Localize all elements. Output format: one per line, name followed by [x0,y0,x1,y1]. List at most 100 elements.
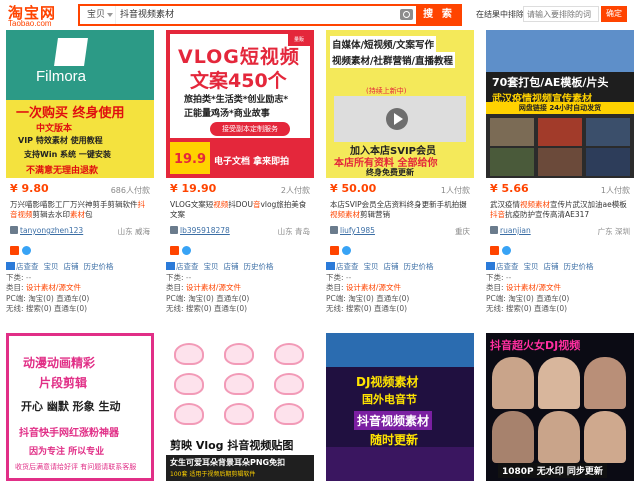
meta-row: 下类: -- [166,273,310,284]
meta-link[interactable]: 店查查 [16,262,39,271]
exclude-label: 在结果中排除 [476,10,524,19]
dj-photo [492,411,534,463]
product-card[interactable]: DJ视频素材 国外电音节 抖音视频素材 随时更新 [326,333,474,489]
thumb-logo-text: Filmora [36,68,87,85]
grid-tile [490,148,534,176]
meta-row: PC端: 淘宝(0) 直通车(0) [486,294,630,305]
meta-link[interactable]: 店查查 [176,262,199,271]
search-input[interactable] [120,6,400,24]
product-thumbnail[interactable]: 自媒体/短视频/文案写作 视频素材/社群营销/直播教程 (持续上新中) 加入本店… [326,30,474,178]
product-card[interactable]: 抖音超火女DJ视频 1080P 无水印 同步更新 [486,333,634,489]
meta-label: PC端: [326,293,346,303]
meta-value: -- [25,272,32,282]
meta-link[interactable]: 宝贝 [204,262,219,271]
meta-label: PC端: [166,293,186,303]
shop-link[interactable]: lb395918278 [170,226,230,235]
title-text: 抖DOU [228,200,253,209]
meta-row: 无线: 搜索(0) 直通车(0) [6,304,150,315]
meta-value: -- [185,272,192,282]
shop-link[interactable]: ruanjian [490,226,531,235]
wangwang-icon[interactable] [502,246,511,255]
meta-label: 无线: [6,304,24,313]
thumb-bar: 网盘链接 24小时自动发货 [486,102,634,114]
exclude-confirm-button[interactable]: 确定 [601,6,627,22]
product-thumbnail[interactable]: Filmora 一次购买 终身使用 中文版本 VIP 特效素材 使用教程 支持W… [6,30,154,178]
product-thumbnail[interactable]: 动漫动画精彩 片段剪辑 开心 幽默 形象 生动 抖音快手网红涨粉神器 因为专注 … [6,333,154,481]
play-icon[interactable] [386,108,408,130]
product-price: ¥ 9.80 [10,182,49,195]
tmall-badge-icon[interactable] [10,246,19,255]
thumb-top [486,30,634,72]
product-card[interactable]: 剪映 Vlog 抖音视频贴图 女生可爱耳朵背景耳朵PNG免扣 100套 适用于视… [166,333,314,489]
search-scope-dropdown[interactable]: 宝贝 [80,6,116,24]
meta-link[interactable]: 店查查 [496,262,519,271]
badge-row [490,240,514,255]
meta-link[interactable]: 宝贝 [524,262,539,271]
grid-tile [586,148,630,176]
meta-links: 店查查 宝贝 店铺 历史价格 [326,262,470,273]
bunny-ears-icon [274,343,304,365]
shop-link[interactable]: tanyongzhen123 [10,226,83,235]
meta-link[interactable]: 店铺 [224,262,239,271]
tmall-badge-icon[interactable] [490,246,499,255]
meta-link[interactable]: 店铺 [64,262,79,271]
product-card[interactable]: 动漫动画精彩 片段剪辑 开心 幽默 形象 生动 抖音快手网红涨粉神器 因为专注 … [6,333,154,489]
meta-value: 搜索(0) [505,304,532,313]
stage-floor [326,447,474,481]
meta-row: 下类: -- [6,273,150,284]
tmall-badge-icon[interactable] [170,246,179,255]
thumb-line: 剪映 Vlog 抖音视频贴图 [170,439,294,452]
meta-value: 直通车(0) [376,293,410,303]
meta-link[interactable]: 店铺 [384,262,399,271]
meta-row: 无线: 搜索(0) 直通车(0) [326,304,470,315]
wangwang-icon[interactable] [182,246,191,255]
meta-link[interactable]: 历史价格 [564,262,594,271]
search-button[interactable]: 搜 索 [416,4,462,26]
dianchacha-icon [6,262,15,270]
meta-link[interactable]: 店铺 [544,262,559,271]
product-title[interactable]: 武汉疫情视频素材宣传片武汉加油ae模板抖音抗疫防护宣传高清AE317 [490,200,632,222]
meta-row: 类目: 设计素材/源文件 [326,283,470,294]
bunny-ears-icon [224,403,254,425]
wangwang-icon[interactable] [22,246,31,255]
meta-label: 类目: [326,283,344,292]
product-thumbnail[interactable]: 抖音超火女DJ视频 1080P 无水印 同步更新 [486,333,634,481]
meta-value: 直通车(0) [373,304,408,313]
title-text: 本店SVIP会员全店资料终身更新手机拍摄 [330,200,467,209]
product-title[interactable]: 本店SVIP会员全店资料终身更新手机拍摄视频素材剪辑营销 [330,200,472,222]
title-text: 万兴喵影喵影工厂万兴神剪手剪辑软件 [10,200,138,209]
camera-icon[interactable] [400,9,413,20]
product-title[interactable]: 万兴喵影喵影工厂万兴神剪手剪辑软件抖音视频剪辑去水印素材包 [10,200,152,222]
product-title[interactable]: VLOG文案短视频抖DOU音vlog旅拍美食文案 [170,200,312,222]
product-price: ¥ 5.66 [490,182,529,195]
thumb-title: VLOG短视频 [178,46,300,68]
thumb-pill: 接受副本定制服务 [210,122,290,136]
wangwang-icon[interactable] [342,246,351,255]
meta-label: 下类: [6,272,24,282]
meta-link[interactable]: 历史价格 [404,262,434,271]
shop-link[interactable]: liufy1985 [330,226,375,235]
product-thumbnail[interactable]: DJ视频素材 国外电音节 抖音视频素材 随时更新 [326,333,474,481]
thumb-line: 支持Win 系统 一键安装 [24,150,111,159]
dj-photo [492,357,534,409]
meta-link[interactable]: 历史价格 [84,262,114,271]
filmora-logo-icon [54,38,88,66]
product-thumbnail[interactable]: 剪映 Vlog 抖音视频贴图 女生可爱耳朵背景耳朵PNG免扣 100套 适用于视… [166,333,314,481]
meta-link[interactable]: 宝贝 [364,262,379,271]
meta-row: 类目: 设计素材/源文件 [486,283,630,294]
product-thumbnail[interactable]: 量贩 VLOG短视频 文案450个 旅拍类*生活类*创业励志* 正能量鸡汤*商业… [166,30,314,178]
meta-link[interactable]: 店查查 [336,262,359,271]
shop-name: tanyongzhen123 [20,226,84,235]
tmall-badge-icon[interactable] [330,246,339,255]
meta-value: 设计素材/源文件 [505,283,561,292]
thumb-line: 片段剪辑 [39,376,88,390]
dianchacha-icon [326,262,335,270]
meta-link[interactable]: 历史价格 [244,262,274,271]
sales-count: 686人付款 [110,186,150,195]
meta-link[interactable]: 宝贝 [44,262,59,271]
thumb-line: 70套打包/AE模板/片头 [492,76,609,89]
thumb-line: 终身免费更新 [366,168,414,177]
taobao-logo[interactable]: 淘宝网 Taobao.com [8,2,72,28]
exclude-input[interactable] [523,6,599,22]
product-thumbnail[interactable]: 70套打包/AE模板/片头 武汉疫情视频宣传素材 网盘链接 24小时自动发货 [486,30,634,178]
